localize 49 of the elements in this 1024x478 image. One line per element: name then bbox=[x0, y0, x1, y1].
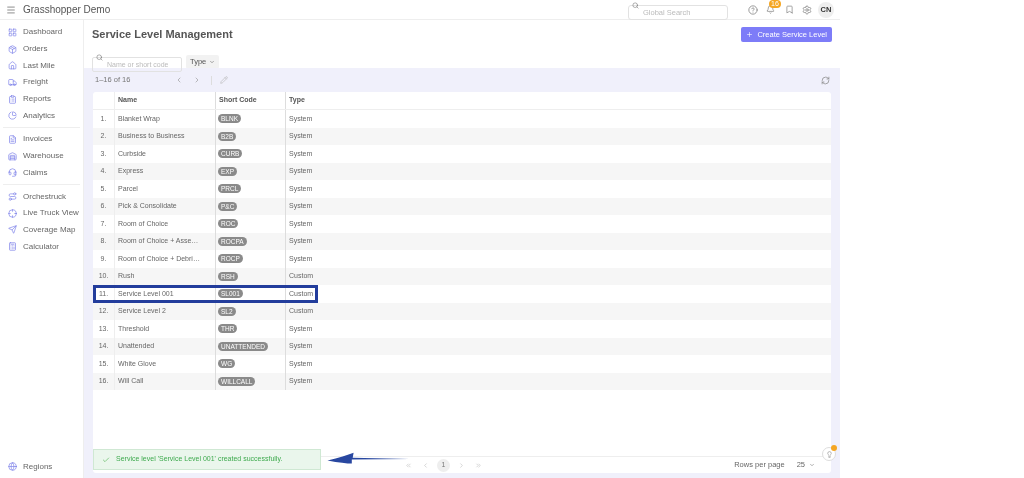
nav-item[interactable]: Claims bbox=[3, 164, 80, 182]
nav-item[interactable]: Orchestruck bbox=[3, 188, 80, 205]
lightbulb-icon bbox=[825, 450, 833, 458]
document-icon bbox=[8, 134, 17, 144]
globe-icon bbox=[8, 462, 17, 472]
calculator-icon bbox=[8, 242, 17, 252]
help-icon[interactable] bbox=[748, 4, 758, 15]
pie-chart-icon bbox=[8, 111, 17, 121]
nav-item[interactable]: Reports bbox=[3, 90, 80, 108]
search-icon bbox=[96, 53, 103, 61]
plus-icon bbox=[746, 30, 754, 38]
nav-item[interactable]: Orders bbox=[3, 40, 80, 58]
search-icon bbox=[632, 1, 639, 9]
previous-page-icon[interactable] bbox=[422, 461, 429, 469]
clipboard-icon bbox=[8, 94, 17, 104]
nav-item[interactable]: Warehouse bbox=[3, 147, 80, 165]
bookmark-icon[interactable] bbox=[785, 5, 794, 14]
check-icon bbox=[102, 455, 110, 464]
caret-icon bbox=[809, 462, 815, 468]
nav-item[interactable]: Freight bbox=[3, 74, 80, 91]
nav-item[interactable]: Calculator bbox=[3, 238, 80, 255]
nav-item[interactable]: Dashboard bbox=[3, 24, 80, 41]
app-title: Grasshopper Demo bbox=[23, 3, 111, 17]
nav-item[interactable]: Live Truck View bbox=[3, 204, 80, 222]
next-page-icon[interactable] bbox=[458, 461, 465, 469]
route-icon bbox=[8, 192, 17, 202]
refresh-icon[interactable] bbox=[821, 75, 830, 85]
send-icon bbox=[8, 225, 17, 235]
warehouse-icon bbox=[8, 151, 17, 161]
nav-item[interactable]: Last Mile bbox=[3, 57, 80, 75]
grid-icon bbox=[8, 27, 17, 37]
crosshair-icon bbox=[8, 208, 17, 218]
house-icon bbox=[8, 61, 17, 71]
menu-icon[interactable] bbox=[6, 4, 16, 15]
box-icon bbox=[8, 44, 17, 54]
nav-item[interactable]: Invoices bbox=[3, 131, 80, 148]
truck-icon bbox=[8, 77, 17, 87]
last-page-icon[interactable] bbox=[475, 461, 482, 469]
nav-item[interactable]: Regions bbox=[3, 458, 80, 475]
edit-icon[interactable] bbox=[220, 76, 229, 84]
notification-icon[interactable] bbox=[766, 5, 775, 14]
page-title: Service Level Management bbox=[92, 27, 233, 42]
settings-icon[interactable] bbox=[802, 4, 812, 15]
feedback-button[interactable] bbox=[822, 447, 836, 461]
first-page-icon[interactable] bbox=[405, 461, 412, 469]
headset-icon bbox=[8, 168, 17, 178]
nav-item[interactable]: Analytics bbox=[3, 107, 80, 125]
nav-item[interactable]: Coverage Map bbox=[3, 221, 80, 239]
caret-icon bbox=[209, 58, 216, 65]
